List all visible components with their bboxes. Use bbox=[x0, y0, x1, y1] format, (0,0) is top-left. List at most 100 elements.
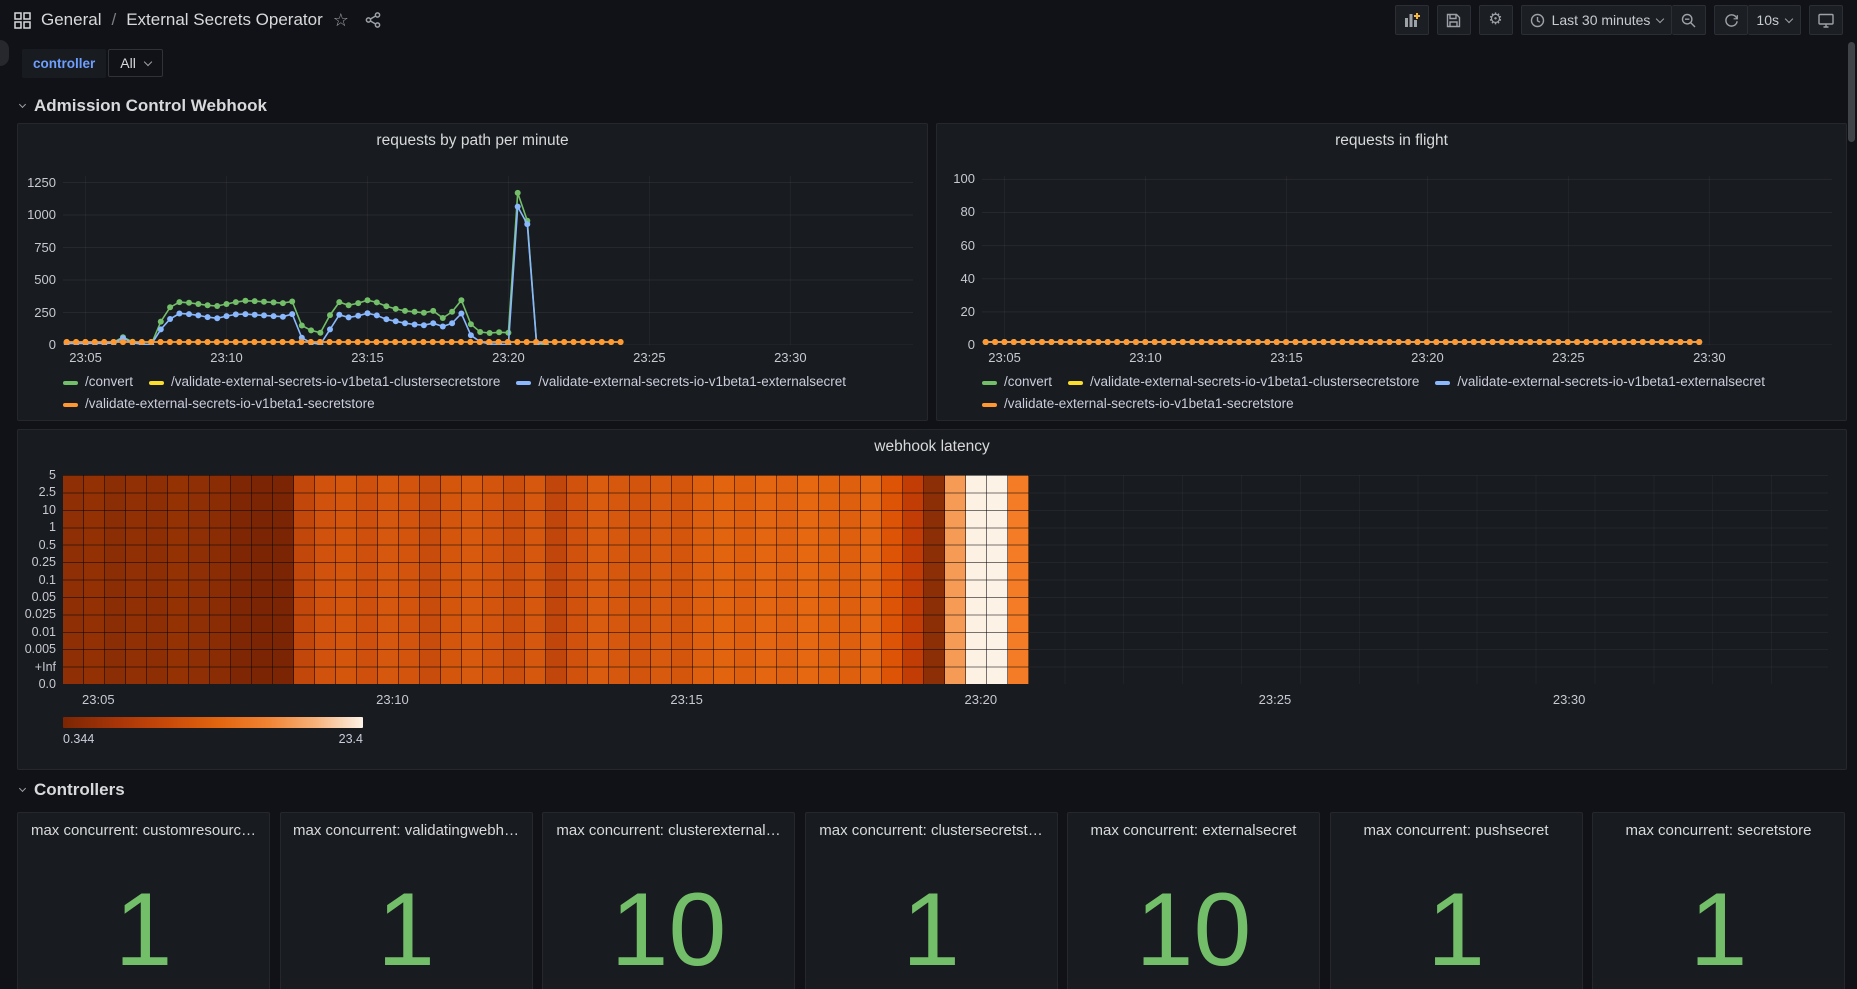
stat-panel[interactable]: max concurrent: customresourc…1 bbox=[17, 812, 270, 989]
heatmap-column[interactable] bbox=[105, 475, 126, 684]
heatmap-column[interactable] bbox=[882, 475, 903, 684]
heatmap-column[interactable] bbox=[903, 475, 924, 684]
time-range-picker[interactable]: Last 30 minutes bbox=[1521, 5, 1673, 35]
stat-panel[interactable]: max concurrent: pushsecret1 bbox=[1330, 812, 1583, 989]
legend-item[interactable]: /convert bbox=[982, 374, 1052, 389]
gear-icon: ⚙ bbox=[1488, 12, 1502, 28]
plot-area[interactable] bbox=[63, 176, 913, 345]
heatmap-column[interactable] bbox=[840, 475, 861, 684]
legend-item[interactable]: /validate-external-secrets-io-v1beta1-cl… bbox=[149, 374, 500, 389]
breadcrumb-title[interactable]: External Secrets Operator bbox=[126, 10, 323, 30]
legend-swatch bbox=[1435, 381, 1450, 385]
dashboards-grid-icon[interactable] bbox=[14, 12, 31, 29]
stat-panel[interactable]: max concurrent: validatingwebh…1 bbox=[280, 812, 533, 989]
share-icon[interactable] bbox=[365, 12, 381, 28]
legend-item[interactable]: /validate-external-secrets-io-v1beta1-cl… bbox=[1068, 374, 1419, 389]
heatmap-column[interactable] bbox=[462, 475, 483, 684]
zoom-out-button[interactable] bbox=[1672, 5, 1706, 35]
heatmap-column[interactable] bbox=[546, 475, 567, 684]
heatmap-column[interactable] bbox=[420, 475, 441, 684]
section-admission-control-webhook[interactable]: Admission Control Webhook bbox=[20, 96, 267, 116]
variable-value-dropdown[interactable]: All bbox=[108, 49, 163, 77]
heatmap-column[interactable] bbox=[189, 475, 210, 684]
heatmap-color-scale bbox=[63, 717, 363, 728]
heatmap-column[interactable] bbox=[798, 475, 819, 684]
heatmap-column[interactable] bbox=[693, 475, 714, 684]
heatmap-column[interactable] bbox=[210, 475, 231, 684]
x-axis-label: 23:10 bbox=[197, 350, 257, 365]
heatmap-cells[interactable] bbox=[63, 475, 1029, 684]
plot-area[interactable] bbox=[982, 176, 1832, 345]
heatmap-column[interactable] bbox=[588, 475, 609, 684]
panel-webhook-latency[interactable]: webhook latency 52.51010.50.250.10.050.0… bbox=[17, 429, 1847, 770]
heatmap-column[interactable] bbox=[357, 475, 378, 684]
heatmap-column[interactable] bbox=[273, 475, 294, 684]
heatmap-column[interactable] bbox=[651, 475, 672, 684]
stat-panel[interactable]: max concurrent: secretstore1 bbox=[1592, 812, 1845, 989]
heatmap-column[interactable] bbox=[630, 475, 651, 684]
y-axis-label: 0 bbox=[18, 337, 56, 352]
legend-item[interactable]: /validate-external-secrets-io-v1beta1-ex… bbox=[1435, 374, 1765, 389]
heatmap-column[interactable] bbox=[504, 475, 525, 684]
navbar: General / External Secrets Operator ☆ ⚙ … bbox=[0, 0, 1857, 40]
star-icon[interactable]: ☆ bbox=[333, 10, 349, 31]
heatmap-column[interactable] bbox=[924, 475, 945, 684]
heatmap-column[interactable] bbox=[525, 475, 546, 684]
section-controllers[interactable]: Controllers bbox=[20, 780, 125, 800]
refresh-button[interactable] bbox=[1714, 5, 1748, 35]
menu-handle[interactable] bbox=[0, 40, 9, 66]
heatmap-column[interactable] bbox=[399, 475, 420, 684]
heatmap-column[interactable] bbox=[735, 475, 756, 684]
heatmap-column[interactable] bbox=[609, 475, 630, 684]
time-controls: Last 30 minutes bbox=[1521, 5, 1707, 35]
legend-label: /convert bbox=[1004, 374, 1052, 389]
add-panel-button[interactable] bbox=[1395, 5, 1429, 35]
heatmap-column[interactable] bbox=[336, 475, 357, 684]
legend-item[interactable]: /validate-external-secrets-io-v1beta1-ex… bbox=[516, 374, 846, 389]
heatmap-column[interactable] bbox=[483, 475, 504, 684]
variable-label[interactable]: controller bbox=[22, 49, 106, 78]
heatmap-column[interactable] bbox=[945, 475, 966, 684]
legend-item[interactable]: /convert bbox=[63, 374, 133, 389]
heatmap-column[interactable] bbox=[63, 475, 84, 684]
refresh-controls: 10s bbox=[1714, 5, 1801, 35]
heatmap-column[interactable] bbox=[378, 475, 399, 684]
heatmap-column[interactable] bbox=[84, 475, 105, 684]
heatmap-column[interactable] bbox=[126, 475, 147, 684]
panel-requests-in-flight[interactable]: requests in flight 020406080100 23:0523:… bbox=[936, 123, 1847, 421]
heatmap-column[interactable] bbox=[777, 475, 798, 684]
heatmap-column[interactable] bbox=[756, 475, 777, 684]
legend-item[interactable]: /validate-external-secrets-io-v1beta1-se… bbox=[63, 396, 375, 411]
dashboard-toolbar: ⚙ Last 30 minutes 10s bbox=[1395, 5, 1843, 35]
dashboard-settings-button[interactable]: ⚙ bbox=[1479, 5, 1513, 35]
heatmap-column[interactable] bbox=[672, 475, 693, 684]
stat-panel[interactable]: max concurrent: externalsecret10 bbox=[1067, 812, 1320, 989]
legend-item[interactable]: /validate-external-secrets-io-v1beta1-se… bbox=[982, 396, 1294, 411]
heatmap-column[interactable] bbox=[1008, 475, 1029, 684]
stat-panel[interactable]: max concurrent: clustersecretst…1 bbox=[805, 812, 1058, 989]
heatmap-column[interactable] bbox=[294, 475, 315, 684]
heatmap-column[interactable] bbox=[966, 475, 987, 684]
scrollbar[interactable] bbox=[1848, 42, 1855, 142]
refresh-interval-picker[interactable]: 10s bbox=[1748, 5, 1801, 35]
heatmap-column[interactable] bbox=[231, 475, 252, 684]
heatmap-column[interactable] bbox=[147, 475, 168, 684]
heatmap-column[interactable] bbox=[714, 475, 735, 684]
legend-label: /validate-external-secrets-io-v1beta1-ex… bbox=[1457, 374, 1765, 389]
heatmap-column[interactable] bbox=[567, 475, 588, 684]
legend-swatch bbox=[1068, 381, 1083, 385]
save-dashboard-button[interactable] bbox=[1437, 5, 1471, 35]
heatmap-column[interactable] bbox=[441, 475, 462, 684]
heatmap-column[interactable] bbox=[861, 475, 882, 684]
panel-requests-by-path-per-minute[interactable]: requests by path per minute 025050075010… bbox=[17, 123, 928, 421]
heatmap-column[interactable] bbox=[252, 475, 273, 684]
heatmap-column[interactable] bbox=[819, 475, 840, 684]
heatmap-column[interactable] bbox=[168, 475, 189, 684]
x-axis-label: 23:05 bbox=[56, 350, 116, 365]
kiosk-mode-button[interactable] bbox=[1809, 5, 1843, 35]
stat-panel[interactable]: max concurrent: clusterexternal…10 bbox=[542, 812, 795, 989]
heatmap-column[interactable] bbox=[315, 475, 336, 684]
stat-value: 1 bbox=[806, 871, 1057, 989]
breadcrumb-section[interactable]: General bbox=[41, 10, 101, 30]
heatmap-column[interactable] bbox=[987, 475, 1008, 684]
